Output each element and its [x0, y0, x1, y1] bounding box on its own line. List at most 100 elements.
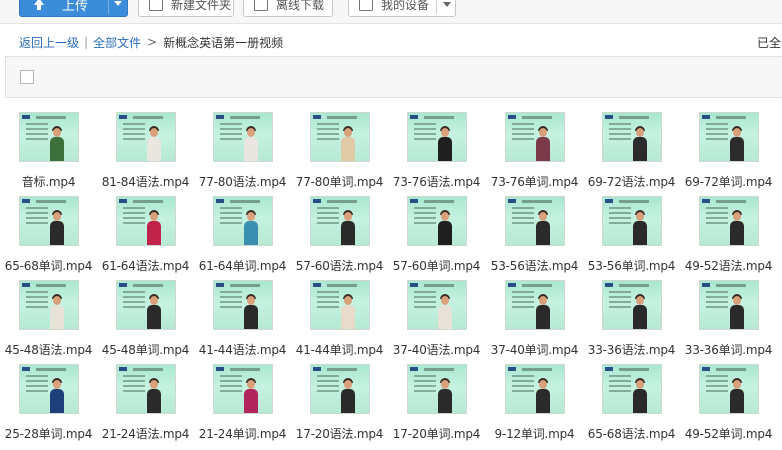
file-item[interactable]: 49-52单词.mp4	[680, 364, 777, 448]
video-thumbnail[interactable]	[505, 280, 565, 330]
file-item[interactable]: 33-36单词.mp4	[680, 280, 777, 364]
file-item[interactable]: 33-36语法.mp4	[583, 280, 680, 364]
file-name[interactable]: 65-68语法.mp4	[583, 425, 680, 442]
file-item[interactable]: 音标.mp4	[0, 112, 97, 196]
file-item[interactable]: 61-64单词.mp4	[194, 196, 291, 280]
file-item[interactable]: 21-24语法.mp4	[97, 364, 194, 448]
file-name[interactable]: 61-64语法.mp4	[97, 257, 194, 274]
video-thumbnail[interactable]	[602, 364, 662, 414]
file-name[interactable]: 41-44语法.mp4	[194, 341, 291, 358]
video-thumbnail[interactable]	[699, 112, 759, 162]
file-name[interactable]: 21-24单词.mp4	[194, 425, 291, 442]
my-device-button[interactable]: 我的设备	[348, 0, 456, 17]
file-item[interactable]: 61-64语法.mp4	[97, 196, 194, 280]
file-name[interactable]: 9-12单词.mp4	[486, 425, 583, 442]
upload-button[interactable]: 上传	[19, 0, 128, 17]
file-name[interactable]: 77-80单词.mp4	[291, 173, 388, 190]
file-name[interactable]: 17-20语法.mp4	[291, 425, 388, 442]
file-item[interactable]: 37-40语法.mp4	[388, 280, 485, 364]
file-item[interactable]: 57-60单词.mp4	[388, 196, 485, 280]
file-name[interactable]: 81-84语法.mp4	[97, 173, 194, 190]
file-item[interactable]: 37-40单词.mp4	[486, 280, 583, 364]
file-name[interactable]: 33-36单词.mp4	[680, 341, 777, 358]
video-thumbnail[interactable]	[699, 280, 759, 330]
video-thumbnail[interactable]	[310, 112, 370, 162]
file-name[interactable]: 45-48单词.mp4	[97, 341, 194, 358]
file-name[interactable]: 57-60语法.mp4	[291, 257, 388, 274]
file-name[interactable]: 41-44单词.mp4	[291, 341, 388, 358]
video-thumbnail[interactable]	[699, 364, 759, 414]
video-thumbnail[interactable]	[505, 364, 565, 414]
file-item[interactable]: 9-12单词.mp4	[486, 364, 583, 448]
back-link[interactable]: 返回上一级	[19, 34, 79, 51]
video-thumbnail[interactable]	[116, 280, 176, 330]
file-item[interactable]: 57-60语法.mp4	[291, 196, 388, 280]
file-item[interactable]: 41-44语法.mp4	[194, 280, 291, 364]
chevron-down-icon[interactable]	[443, 2, 451, 7]
file-item[interactable]: 45-48语法.mp4	[0, 280, 97, 364]
all-files-link[interactable]: 全部文件	[93, 34, 141, 51]
file-item[interactable]: 73-76单词.mp4	[486, 112, 583, 196]
video-thumbnail[interactable]	[407, 364, 467, 414]
file-name[interactable]: 61-64单词.mp4	[194, 257, 291, 274]
file-item[interactable]: 53-56语法.mp4	[486, 196, 583, 280]
file-item[interactable]: 65-68单词.mp4	[0, 196, 97, 280]
file-item[interactable]: 45-48单词.mp4	[97, 280, 194, 364]
chevron-down-icon[interactable]	[114, 1, 122, 6]
file-name[interactable]: 音标.mp4	[0, 173, 97, 190]
file-name[interactable]: 73-76语法.mp4	[388, 173, 485, 190]
video-thumbnail[interactable]	[310, 280, 370, 330]
file-item[interactable]: 69-72语法.mp4	[583, 112, 680, 196]
file-name[interactable]: 37-40单词.mp4	[486, 341, 583, 358]
video-thumbnail[interactable]	[602, 280, 662, 330]
video-thumbnail[interactable]	[310, 364, 370, 414]
file-name[interactable]: 49-52语法.mp4	[680, 257, 777, 274]
file-name[interactable]: 69-72语法.mp4	[583, 173, 680, 190]
video-thumbnail[interactable]	[407, 196, 467, 246]
file-item[interactable]: 73-76语法.mp4	[388, 112, 485, 196]
new-folder-button[interactable]: 新建文件夹	[138, 0, 234, 17]
video-thumbnail[interactable]	[505, 112, 565, 162]
file-name[interactable]: 17-20单词.mp4	[388, 425, 485, 442]
video-thumbnail[interactable]	[19, 196, 79, 246]
file-name[interactable]: 65-68单词.mp4	[0, 257, 97, 274]
video-thumbnail[interactable]	[310, 196, 370, 246]
video-thumbnail[interactable]	[213, 280, 273, 330]
file-item[interactable]: 81-84语法.mp4	[97, 112, 194, 196]
file-name[interactable]: 57-60单词.mp4	[388, 257, 485, 274]
file-item[interactable]: 77-80单词.mp4	[291, 112, 388, 196]
file-name[interactable]: 21-24语法.mp4	[97, 425, 194, 442]
file-item[interactable]: 53-56单词.mp4	[583, 196, 680, 280]
video-thumbnail[interactable]	[407, 112, 467, 162]
video-thumbnail[interactable]	[407, 280, 467, 330]
file-item[interactable]: 49-52语法.mp4	[680, 196, 777, 280]
file-item[interactable]: 17-20语法.mp4	[291, 364, 388, 448]
video-thumbnail[interactable]	[116, 196, 176, 246]
video-thumbnail[interactable]	[19, 364, 79, 414]
file-item[interactable]: 17-20单词.mp4	[388, 364, 485, 448]
file-item[interactable]: 41-44单词.mp4	[291, 280, 388, 364]
video-thumbnail[interactable]	[19, 112, 79, 162]
video-thumbnail[interactable]	[213, 364, 273, 414]
file-name[interactable]: 45-48语法.mp4	[0, 341, 97, 358]
file-item[interactable]: 69-72单词.mp4	[680, 112, 777, 196]
file-name[interactable]: 53-56语法.mp4	[486, 257, 583, 274]
video-thumbnail[interactable]	[116, 364, 176, 414]
video-thumbnail[interactable]	[213, 196, 273, 246]
file-name[interactable]: 49-52单词.mp4	[680, 425, 777, 442]
file-name[interactable]: 69-72单词.mp4	[680, 173, 777, 190]
offline-download-button[interactable]: 离线下载	[243, 0, 333, 17]
file-name[interactable]: 37-40语法.mp4	[388, 341, 485, 358]
video-thumbnail[interactable]	[19, 280, 79, 330]
file-name[interactable]: 53-56单词.mp4	[583, 257, 680, 274]
video-thumbnail[interactable]	[505, 196, 565, 246]
file-name[interactable]: 77-80语法.mp4	[194, 173, 291, 190]
video-thumbnail[interactable]	[213, 112, 273, 162]
file-name[interactable]: 33-36语法.mp4	[583, 341, 680, 358]
video-thumbnail[interactable]	[116, 112, 176, 162]
file-name[interactable]: 25-28单词.mp4	[0, 425, 97, 442]
select-all-checkbox[interactable]	[20, 70, 34, 84]
video-thumbnail[interactable]	[699, 196, 759, 246]
file-item[interactable]: 21-24单词.mp4	[194, 364, 291, 448]
file-item[interactable]: 65-68语法.mp4	[583, 364, 680, 448]
